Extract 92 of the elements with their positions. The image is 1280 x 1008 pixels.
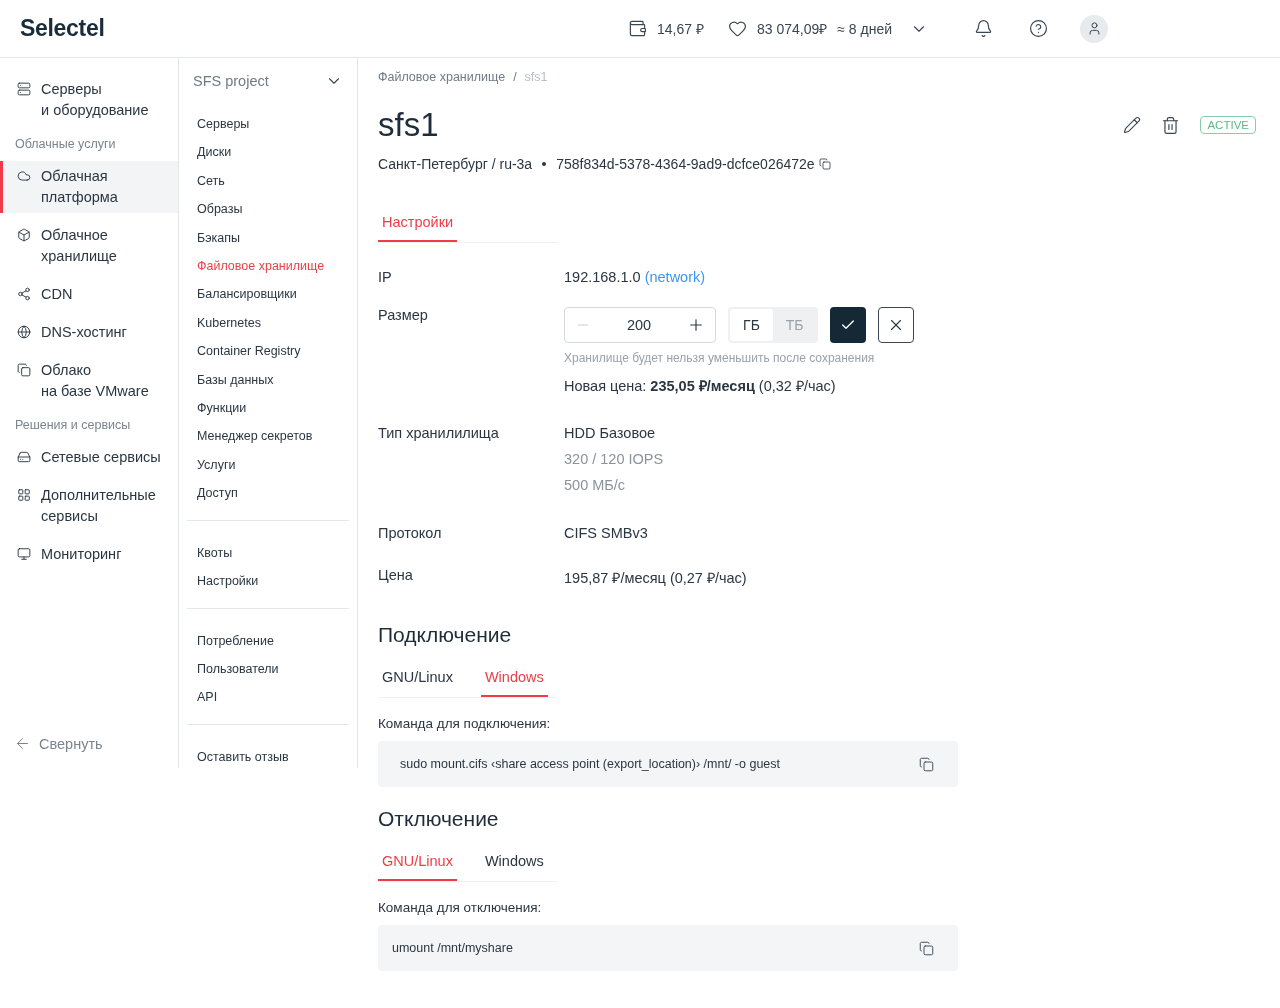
logo[interactable]: Selectel: [20, 15, 105, 42]
field-value: 320 / 120 IOPS: [564, 451, 665, 467]
project-menu-item[interactable]: Container Registry: [187, 337, 349, 366]
tab[interactable]: Windows: [480, 847, 548, 881]
copy-icon: [17, 363, 31, 377]
server-icon: [17, 82, 31, 96]
project-menu-item[interactable]: Оставить отзыв: [187, 742, 349, 772]
project-menu-item[interactable]: Базы данных: [187, 365, 349, 395]
collapse-link[interactable]: Свернуть: [0, 735, 178, 768]
command-label: Команда для отключения:: [378, 900, 543, 915]
section-title: Подключение: [378, 623, 513, 647]
bell-icon[interactable]: [974, 19, 993, 38]
balance: 14,67 ₽: [657, 20, 704, 38]
bonus-balance: 83 074,09₽: [756, 20, 828, 38]
field-label: Протокол: [378, 525, 443, 541]
project-menu-item[interactable]: Сеть: [187, 166, 349, 196]
cloud-icon: [17, 169, 31, 183]
project-menu-item[interactable]: Бэкапы: [187, 223, 349, 253]
project-menu-item[interactable]: Квоты: [187, 538, 349, 568]
nav-item[interactable]: Дополнительные сервисы: [0, 480, 178, 532]
command-text: umount /mnt/myshare: [392, 941, 513, 955]
nav-section-title: Облачные услуги: [14, 136, 117, 153]
tab[interactable]: GNU/Linux: [378, 847, 457, 881]
nav-item[interactable]: Облачное хранилище: [0, 220, 178, 272]
cancel-button[interactable]: [878, 307, 914, 343]
breadcrumb-current: sfs1: [524, 70, 548, 84]
tab[interactable]: Windows: [480, 663, 548, 697]
project-menu-item[interactable]: Настройки: [187, 567, 349, 596]
nav-item[interactable]: Облако на базе VMware: [0, 355, 178, 407]
nav-item[interactable]: Мониторинг: [0, 539, 178, 570]
command-text: sudo mount.cifs ‹share access point (export_location)› /mnt/ -o guest: [400, 757, 781, 771]
breadcrumb-link[interactable]: Файловое хранилище: [378, 70, 506, 84]
project-menu-item[interactable]: Менеджер секретов: [187, 422, 349, 451]
forecast: ≈ 8 дней: [837, 20, 892, 37]
copy-icon[interactable]: [919, 756, 934, 772]
project-menu-item[interactable]: Доступ: [187, 479, 349, 508]
field-value: CIFS SMBv3: [564, 525, 649, 541]
plus-icon[interactable]: [687, 316, 705, 334]
new-price: Новая цена: 235,05 ₽/месяц (0,32 ₽/час): [564, 377, 837, 395]
copy-icon[interactable]: [818, 158, 831, 170]
trash-icon[interactable]: [1161, 115, 1181, 135]
storage-id: 758f834d-5378-4364-9ad9-dcfce026472e: [556, 156, 815, 172]
project-menu-item[interactable]: Функции: [187, 394, 349, 423]
project-menu-item[interactable]: Пользователи: [187, 654, 349, 684]
wallet-icon: [628, 19, 647, 38]
user-avatar[interactable]: [1080, 14, 1108, 43]
project-menu-item[interactable]: Файловое хранилище: [187, 252, 349, 281]
field-label: Тип хранилилища: [378, 425, 500, 443]
breadcrumb-separator: /: [513, 70, 517, 84]
copy-icon[interactable]: [919, 940, 934, 956]
project-menu-item[interactable]: Образы: [187, 195, 349, 224]
page-title: sfs1: [378, 106, 439, 144]
nav-section-title: Решения и сервисы: [14, 417, 132, 434]
grid-icon: [17, 488, 31, 502]
size-stepper[interactable]: 200: [564, 307, 716, 343]
field-value: 500 МБ/с: [564, 477, 627, 493]
project-menu-item[interactable]: Серверы: [187, 110, 349, 139]
cube-icon: [17, 228, 31, 242]
field-value: HDD Базовое: [564, 425, 657, 441]
nav-item[interactable]: Серверы и оборудование: [0, 74, 178, 126]
heart-icon: [727, 19, 747, 38]
field-label: Размер: [378, 307, 429, 325]
nav-item[interactable]: DNS-хостинг: [0, 317, 178, 348]
tab[interactable]: GNU/Linux: [378, 663, 457, 697]
status-badge: ACTIVE: [1200, 116, 1256, 134]
project-menu-item[interactable]: Kubernetes: [187, 308, 349, 338]
monitor-icon: [17, 547, 31, 561]
command-label: Команда для подключения:: [378, 716, 552, 731]
location: Санкт-Петербург / ru-3a: [378, 156, 533, 172]
project-select[interactable]: SFS project: [187, 72, 349, 90]
globe-icon: [17, 325, 31, 339]
field-label: Цена: [378, 567, 414, 585]
field-value: 195,87 ₽/месяц (0,27 ₽/час): [564, 569, 748, 587]
section-title: Отключение: [378, 807, 500, 831]
project-menu-item[interactable]: Диски: [187, 138, 349, 167]
confirm-button[interactable]: [830, 307, 866, 343]
project-menu-item[interactable]: Балансировщики: [187, 280, 349, 309]
project-menu-item[interactable]: Потребление: [187, 626, 349, 655]
bullet-icon: [542, 162, 547, 166]
nav-item[interactable]: Сетевые сервисы: [0, 442, 178, 473]
size-hint: Хранилище будет нельзя уменьшить после сохранения: [564, 351, 876, 365]
help-icon[interactable]: [1029, 19, 1048, 38]
project-menu-item[interactable]: API: [187, 683, 349, 712]
ip-value: 192.168.1.0: [564, 269, 641, 285]
project-menu-item[interactable]: Услуги: [187, 450, 349, 480]
share-icon: [17, 287, 31, 301]
nav-item[interactable]: CDN: [0, 279, 178, 310]
nav-item[interactable]: Облачная платформа: [0, 161, 178, 213]
field-label: IP: [378, 269, 393, 285]
unit-option[interactable]: ГБ: [730, 309, 773, 341]
edit-icon[interactable]: [1123, 116, 1142, 134]
tab[interactable]: Настройки: [378, 208, 458, 242]
